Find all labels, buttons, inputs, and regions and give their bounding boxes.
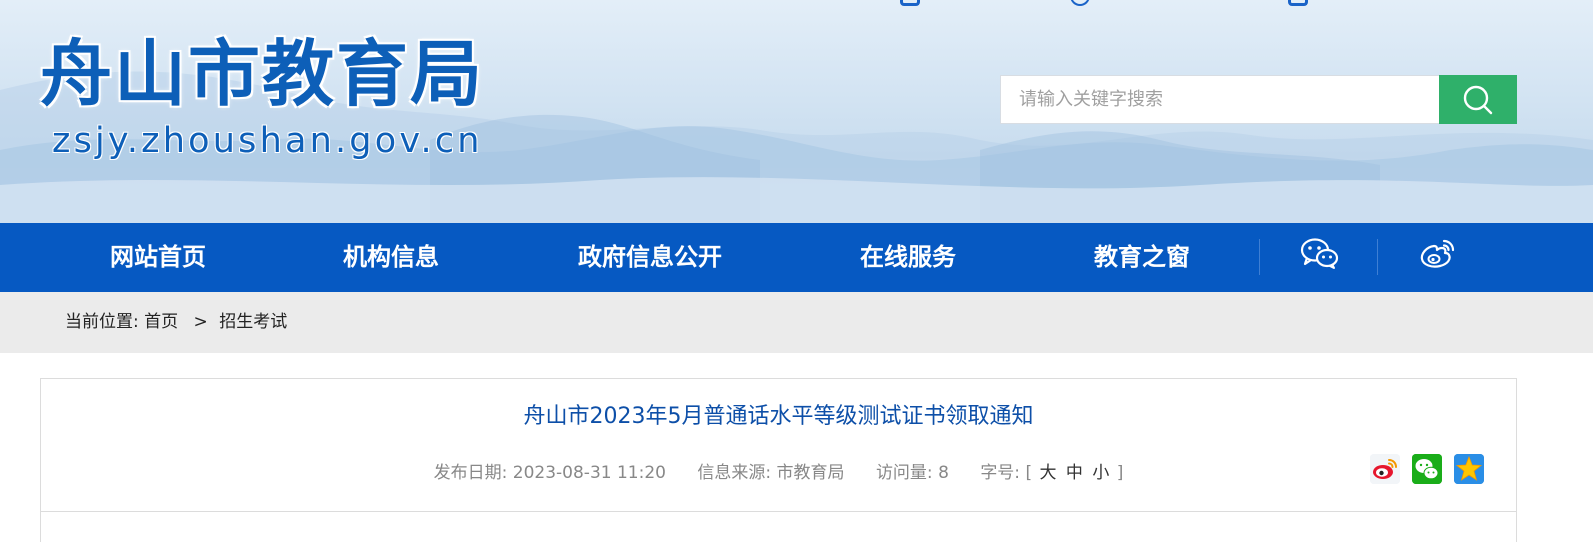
weibo-share-icon [1370,454,1400,484]
nav-item-organization[interactable]: 机构信息 [336,223,446,292]
publish-date-value: 2023-08-31 11:20 [512,463,666,483]
nav-item-education-window[interactable]: 教育之窗 [1087,223,1197,292]
font-size-small-button[interactable]: 小 [1092,463,1109,483]
wechat-share-icon [1412,454,1442,484]
nav-wechat-link[interactable] [1285,223,1355,292]
share-wechat-button[interactable] [1412,454,1442,484]
main-nav: 网站首页 机构信息 政府信息公开 在线服务 教育之窗 [0,223,1593,292]
font-size-bracket-close: ] [1116,463,1124,483]
nav-divider [1377,239,1378,275]
mobile-icon[interactable] [900,0,920,6]
info-source-value: 市教育局 [776,463,845,483]
search-icon [1463,85,1493,115]
view-count: 访问量: 8 [876,463,954,483]
search-input[interactable] [1000,75,1439,124]
site-logo-url[interactable]: zsjy.zhoushan.gov.cn [52,120,483,162]
accessibility-icon[interactable] [1070,0,1090,6]
panel-divider [41,511,1516,512]
nav-item-online-service[interactable]: 在线服务 [853,223,963,292]
top-utility-icons [0,0,1593,6]
font-size-label: 字号: [980,463,1021,483]
site-logo-title[interactable]: 舟山市教育局 [40,32,484,116]
search-button[interactable] [1439,75,1517,124]
weibo-icon [1420,239,1455,268]
nav-weibo-link[interactable] [1403,223,1473,292]
view-count-value: 8 [938,463,949,483]
publish-date-label: 发布日期: [433,463,508,483]
breadcrumb-prefix: 当前位置: [65,312,139,332]
qzone-share-icon [1454,454,1484,484]
article-panel: 舟山市2023年5月普通话水平等级测试证书领取通知 发布日期: 2023-08-… [40,378,1517,542]
article-title: 舟山市2023年5月普通话水平等级测试证书领取通知 [523,404,1034,429]
breadcrumb-current-link[interactable]: 招生考试 [219,312,287,332]
wechat-icon [1300,238,1339,269]
publish-date: 发布日期: 2023-08-31 11:20 [434,463,672,483]
breadcrumb: 当前位置: 首页 > 招生考试 [65,292,287,353]
share-weibo-button[interactable] [1370,454,1400,484]
font-size-bracket-open: [ [1025,463,1033,483]
font-size-medium-button[interactable]: 中 [1066,463,1083,483]
header-banner: 舟山市教育局 zsjy.zhoushan.gov.cn [0,0,1593,223]
breadcrumb-bar: 当前位置: 首页 > 招生考试 [0,292,1593,353]
nav-item-gov-info[interactable]: 政府信息公开 [570,223,730,292]
share-qzone-button[interactable] [1454,454,1484,484]
nav-divider [1259,239,1260,275]
breadcrumb-home-link[interactable]: 首页 [144,312,178,332]
view-count-label: 访问量: [875,463,933,483]
login-icon[interactable] [1288,0,1308,6]
font-size-switcher: 字号: [ 大 中 小 ] [980,463,1123,483]
font-size-large-button[interactable]: 大 [1040,463,1057,483]
breadcrumb-separator: > [193,312,208,332]
info-source: 信息来源: 市教育局 [697,463,850,483]
info-source-label: 信息来源: [697,463,772,483]
search-bar [1000,75,1517,124]
nav-item-home[interactable]: 网站首页 [103,223,213,292]
article-meta: 发布日期: 2023-08-31 11:20 信息来源: 市教育局 访问量: 8… [41,459,1516,487]
